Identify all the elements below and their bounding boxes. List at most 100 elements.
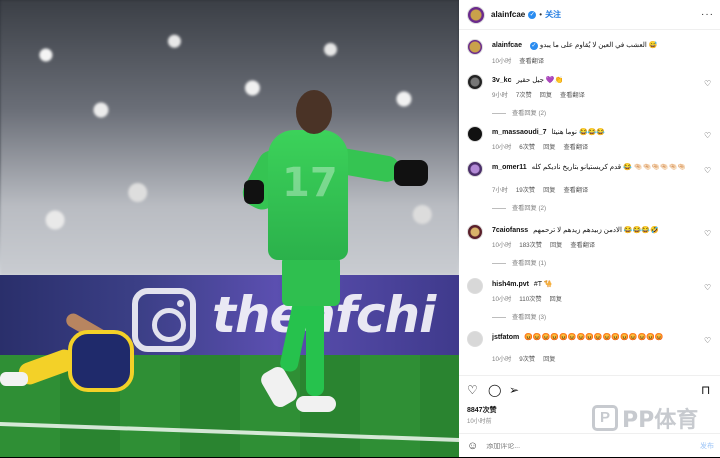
caption-meta: 10小时 查看翻译: [492, 56, 700, 65]
view-replies[interactable]: 查看回复 (2): [512, 108, 700, 117]
likes-count[interactable]: 8847次赞: [467, 405, 497, 415]
avatar[interactable]: [467, 161, 483, 177]
comment-line: m_massaoudi_7 نوما هنيئا 😂😂😂: [492, 128, 700, 136]
heart-icon[interactable]: ♡: [704, 337, 712, 345]
translate-link[interactable]: 查看翻译: [563, 142, 588, 151]
header-username[interactable]: alainfcae: [491, 10, 525, 19]
view-replies[interactable]: 查看回复 (2): [512, 203, 700, 212]
bookmark-icon[interactable]: ⊓: [701, 383, 710, 397]
heart-icon[interactable]: ♡: [704, 80, 712, 88]
comment-time: 10小时: [492, 296, 512, 303]
comment-username[interactable]: m_massaoudi_7: [492, 129, 546, 136]
comment-meta: 10小时 183次赞 回复 查看翻译: [492, 240, 700, 249]
caption-text: العشب في العين لا يُقاوم على ما يبدو 😅: [539, 42, 658, 49]
post-button[interactable]: 发布: [700, 441, 714, 451]
crowd-background: [0, 0, 459, 275]
avatar[interactable]: [467, 5, 485, 24]
reply-button[interactable]: 回复: [543, 354, 555, 363]
comment-time: 10小时: [492, 144, 512, 151]
post-viewer: theafchi 17 alainfcae ✓ • 关注 ···: [0, 0, 720, 457]
reply-button[interactable]: 回复: [550, 240, 562, 249]
keeper-shorts: [282, 256, 340, 306]
emoji-icon[interactable]: ☺: [467, 440, 478, 452]
verified-icon: ✓: [529, 42, 538, 50]
keeper-boot-right: [296, 396, 336, 412]
translate-link[interactable]: 查看翻译: [563, 185, 588, 194]
caption-username[interactable]: alainfcae: [492, 42, 522, 49]
watermark-text: PP体育: [622, 408, 699, 433]
comment-line: 3v_kc جيل حقير 💜👏: [492, 76, 700, 84]
share-icon[interactable]: ➢: [509, 383, 519, 397]
instagram-logo: [132, 288, 196, 352]
comment-time: 9小时: [492, 92, 508, 99]
comment-text: #T 🐪: [533, 281, 553, 288]
heart-icon[interactable]: ♡: [704, 230, 712, 238]
comment-time: 10小时: [492, 356, 512, 363]
comment-meta: 10小时 6次赞 回复 查看翻译: [492, 142, 700, 151]
comment-username[interactable]: 3v_kc: [492, 77, 511, 84]
watermark-logo: P: [592, 405, 618, 431]
comments-list[interactable]: alainfcae ✓ العشب في العين لا يُقاوم على…: [459, 30, 720, 375]
comment-line: hish4m.pvt #T 🐪: [492, 280, 700, 288]
comment-meta: 10小时 9次赞 回复: [492, 354, 700, 363]
comment-meta: 10小时 110次赞 回复: [492, 294, 700, 303]
heart-icon[interactable]: ♡: [704, 284, 712, 292]
reply-button[interactable]: 回复: [543, 142, 555, 151]
comment-composer: ☺ 发布: [459, 433, 720, 458]
post-header: alainfcae ✓ • 关注 ···: [459, 0, 720, 30]
caption-time: 10小时: [492, 58, 512, 65]
comment-likes[interactable]: 183次赞: [519, 240, 542, 249]
comment-username[interactable]: m_omer11: [492, 164, 527, 171]
keeper-glove-left: [244, 180, 264, 204]
comment-likes[interactable]: 110次赞: [519, 294, 541, 303]
avatar[interactable]: [467, 331, 483, 347]
comment-text: نوما هنيئا 😂😂😂: [551, 129, 606, 136]
comment-username[interactable]: hish4m.pvt: [492, 281, 529, 288]
avatar[interactable]: [467, 74, 483, 90]
translate-link[interactable]: 查看翻译: [519, 56, 544, 65]
fallen-player: [68, 330, 134, 392]
keeper-glove-right: [394, 160, 428, 186]
avatar[interactable]: [467, 126, 483, 142]
comment-username[interactable]: 7caiofanss: [492, 227, 528, 234]
heart-icon[interactable]: ♡: [704, 132, 712, 140]
translate-link[interactable]: 查看翻译: [570, 240, 595, 249]
view-replies[interactable]: 查看回复 (3): [512, 312, 700, 321]
comment-meta: 7小时 19次赞 回复 查看翻译: [492, 185, 700, 194]
comment-text: الادمن زبيدهم زيدهم لا ترحمهم 😂😂😂🤣: [533, 227, 659, 234]
comment-line: m_omer11 قدم كريستيانو بتاريخ ناديكم كله…: [492, 163, 700, 171]
heart-icon[interactable]: ♡: [467, 383, 478, 397]
verified-icon: ✓: [528, 10, 537, 19]
comment-meta: 9小时 7次赞 回复 查看翻译: [492, 90, 700, 99]
post-time: 10小时前: [467, 419, 492, 425]
comment-likes[interactable]: 9次赞: [519, 354, 535, 363]
translate-link[interactable]: 查看翻译: [560, 90, 585, 99]
heart-icon[interactable]: ♡: [704, 167, 712, 175]
view-replies[interactable]: 查看回复 (1): [512, 258, 700, 267]
comment-text: 😡😡😡😡😡😡😡😡😡😡😡😡😡😡😡😡: [524, 334, 664, 341]
avatar[interactable]: [467, 224, 483, 240]
reply-button[interactable]: 回复: [550, 294, 562, 303]
comment-text: قدم كريستيانو بتاريخ ناديكم كله 😂 🤏🏻🤏🏻🤏🏻…: [531, 164, 687, 171]
reply-button[interactable]: 回复: [540, 90, 552, 99]
caption-line: alainfcae ✓ العشب في العين لا يُقاوم على…: [492, 41, 700, 50]
post-photo[interactable]: theafchi 17: [0, 0, 459, 457]
comment-likes[interactable]: 7次赞: [516, 90, 532, 99]
comment-input[interactable]: [486, 442, 687, 450]
comment-likes[interactable]: 6次赞: [519, 142, 535, 151]
avatar[interactable]: [467, 278, 483, 294]
fallen-player-boot: [0, 372, 28, 386]
comment-icon[interactable]: ◯: [488, 383, 501, 397]
comment-line: jstfatom 😡😡😡😡😡😡😡😡😡😡😡😡😡😡😡😡: [492, 333, 700, 351]
comment-likes[interactable]: 19次赞: [516, 185, 535, 194]
comment-line: 7caiofanss الادمن زبيدهم زيدهم لا ترحمهم…: [492, 226, 700, 234]
keeper-leg-right: [306, 300, 324, 396]
comments-panel: alainfcae ✓ • 关注 ··· alainfcae ✓ العشب ف…: [459, 0, 720, 457]
keeper-head: [296, 90, 332, 134]
reply-button[interactable]: 回复: [543, 185, 555, 194]
more-icon[interactable]: ···: [701, 9, 714, 20]
separator: •: [539, 10, 543, 19]
avatar[interactable]: [467, 39, 483, 55]
comment-username[interactable]: jstfatom: [492, 334, 519, 341]
follow-button[interactable]: 关注: [545, 9, 561, 20]
